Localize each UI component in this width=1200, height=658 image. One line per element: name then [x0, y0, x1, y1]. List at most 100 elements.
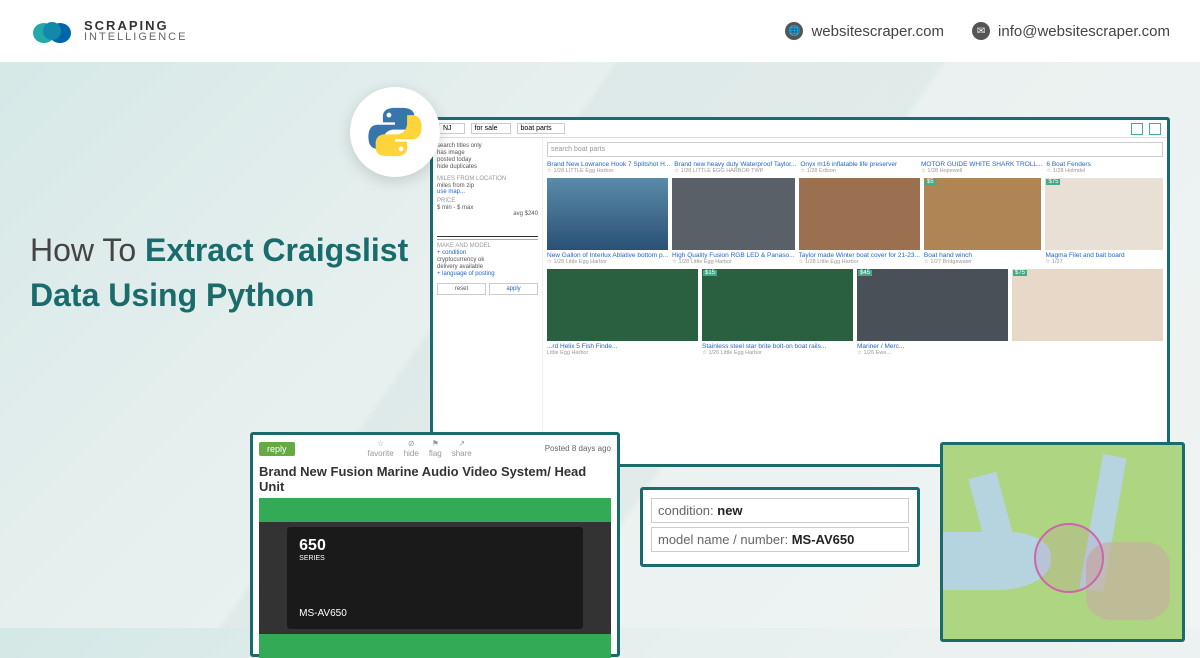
- results-grid: search boat parts Brand New Lowrance Hoo…: [543, 138, 1167, 464]
- thumb-image: $15: [702, 269, 853, 341]
- listing-sub: Little Egg Harbor: [547, 350, 698, 356]
- filter-check[interactable]: delivery available: [437, 264, 538, 270]
- title-prefix: How To: [30, 232, 145, 268]
- listing[interactable]: $75 Magma Filet and bait board☆ 1/27: [1045, 178, 1163, 265]
- category-select[interactable]: for sale: [471, 123, 511, 134]
- price-slider[interactable]: [437, 220, 538, 240]
- condition-value: new: [717, 503, 742, 518]
- browser-nav-bar: NJ for sale boat parts: [433, 120, 1167, 138]
- thumb-image: $5: [924, 178, 1042, 250]
- site-header: SCRAPING INTELLIGENCE 🌐 websitescraper.c…: [0, 0, 1200, 62]
- listing-sub: ☆ 1/28 Little Egg Harbor: [672, 259, 794, 265]
- box-model-number: 650: [299, 537, 326, 555]
- website-link[interactable]: 🌐 websitescraper.com: [785, 22, 944, 40]
- listing-sub: ☆ 1/27: [1045, 259, 1163, 265]
- grid-row: ...rd Helix 5 Fish Finde...Little Egg Ha…: [547, 269, 1163, 356]
- listing[interactable]: $5Boat hand winch☆ 1/27 Bridgewater: [924, 178, 1042, 265]
- brand-logo[interactable]: SCRAPING INTELLIGENCE: [30, 15, 187, 47]
- python-logo-icon: [366, 103, 424, 161]
- filter-check[interactable]: cryptocurrency ok: [437, 257, 538, 263]
- listing[interactable]: $15Stainless steel star brite bolt-on bo…: [702, 269, 853, 356]
- map-panel[interactable]: [940, 442, 1185, 642]
- hide-button[interactable]: ⊘hide: [404, 439, 419, 458]
- subcategory-select[interactable]: boat parts: [517, 123, 565, 134]
- listing[interactable]: Brand New Lowrance Hook 7 Splitshot H...…: [547, 161, 670, 174]
- reply-button[interactable]: reply: [259, 442, 295, 456]
- model-label: model name / number:: [658, 532, 792, 547]
- thumb-image: [799, 178, 920, 250]
- reset-button[interactable]: reset: [437, 283, 486, 295]
- condition-link[interactable]: + condition: [437, 250, 538, 256]
- model-row: model name / number: MS-AV650: [651, 527, 909, 552]
- thumb-image: $45: [857, 269, 1008, 341]
- detail-toolbar: reply ☆favorite ⊘hide ⚑flag ↗share Poste…: [253, 435, 617, 462]
- logo-text: SCRAPING INTELLIGENCE: [84, 19, 187, 43]
- listing-sub: ☆ 1/28 LITTLE EGG HARBOR TWP: [674, 168, 796, 174]
- detail-title: Brand New Fusion Marine Audio Video Syst…: [253, 462, 617, 498]
- listing[interactable]: Brand new heavy duty Waterproof Taylor..…: [674, 161, 796, 174]
- posted-time: Posted 8 days ago: [545, 444, 611, 453]
- listing-sub: ☆ 1/28 Little Egg Harbor: [799, 259, 920, 265]
- listing-sub: ☆ 1/27 Bridgewater: [924, 259, 1042, 265]
- listing-sub: ☆ 1/26 Ewe...: [857, 350, 1008, 356]
- grid-row: Brand New Lowrance Hook 7 Splitshot H...…: [547, 161, 1163, 174]
- grid-view-icon[interactable]: [1131, 123, 1143, 135]
- thumb-image: [672, 178, 794, 250]
- location-radius-icon: [1034, 523, 1104, 593]
- filter-check[interactable]: has image: [437, 150, 538, 156]
- logo-mark-icon: [30, 15, 74, 47]
- listing[interactable]: ...rd Helix 5 Fish Finde...Little Egg Ha…: [547, 269, 698, 356]
- thumb-image: $75: [1012, 269, 1163, 341]
- price-tag: $75: [1046, 179, 1060, 185]
- email-link[interactable]: ✉ info@websitescraper.com: [972, 22, 1170, 40]
- listing[interactable]: New Gallon of Interlux Ablative bottom p…: [547, 178, 668, 265]
- listing-title: Magma Filet and bait board: [1045, 252, 1163, 259]
- listing[interactable]: 6 Boat Fenders☆ 1/28 Holmdel: [1046, 161, 1163, 174]
- map-link[interactable]: use map...: [437, 189, 538, 195]
- filter-check[interactable]: posted today: [437, 157, 538, 163]
- listing-detail-panel: reply ☆favorite ⊘hide ⚑flag ↗share Poste…: [250, 432, 620, 657]
- price-tag: $75: [1013, 270, 1027, 276]
- listing-sub: ☆ 1/28 Edison: [800, 168, 917, 174]
- website-text: websitescraper.com: [811, 23, 944, 40]
- condition-row: condition: new: [651, 498, 909, 523]
- thumb-image: $75: [1045, 178, 1163, 250]
- listing[interactable]: Taylor made Winter boat cover for 21-23.…: [799, 178, 920, 265]
- listing-sub: ☆ 1/28 LITTLE Egg Harbor: [547, 168, 670, 174]
- share-button[interactable]: ↗share: [452, 439, 472, 458]
- search-input[interactable]: search boat parts: [547, 142, 1163, 157]
- header-contacts: 🌐 websitescraper.com ✉ info@websitescrap…: [785, 22, 1170, 40]
- listing[interactable]: $75: [1012, 269, 1163, 356]
- price-tag: $45: [858, 270, 872, 276]
- price-heading: PRICE: [437, 198, 538, 204]
- price-tag: $5: [925, 179, 936, 185]
- apply-button[interactable]: apply: [489, 283, 538, 295]
- attributes-panel: condition: new model name / number: MS-A…: [640, 487, 920, 567]
- language-link[interactable]: + language of posting: [437, 271, 538, 277]
- page-title: How To Extract Craigslist Data Using Pyt…: [30, 232, 408, 322]
- hide-icon: ⊘: [408, 439, 415, 448]
- email-text: info@websitescraper.com: [998, 23, 1170, 40]
- region-select[interactable]: NJ: [439, 123, 465, 134]
- listing[interactable]: Onyx m16 inflatable life preserver☆ 1/28…: [800, 161, 917, 174]
- thumb-image: [547, 178, 668, 250]
- star-icon: ☆: [377, 439, 384, 448]
- detail-image[interactable]: 650 SERIES MS-AV650: [259, 498, 611, 658]
- title-line2: Data Using Python: [30, 277, 408, 314]
- listing-sub: ☆ 1/26 Little Egg Harbor: [702, 350, 853, 356]
- listing[interactable]: High Quality Fusion RGB LED & Panaso...☆…: [672, 178, 794, 265]
- avg-price: avg $240: [437, 211, 538, 217]
- filter-check[interactable]: search titles only: [437, 143, 538, 149]
- python-badge: [350, 87, 440, 177]
- map-canvas: [943, 445, 1182, 639]
- share-icon: ↗: [458, 439, 465, 448]
- title-line1: How To Extract Craigslist: [30, 232, 408, 269]
- list-view-icon[interactable]: [1149, 123, 1161, 135]
- filter-check[interactable]: hide duplicates: [437, 164, 538, 170]
- box-series-label: SERIES: [299, 555, 325, 562]
- favorite-button[interactable]: ☆favorite: [367, 439, 393, 458]
- flag-button[interactable]: ⚑flag: [429, 439, 442, 458]
- listing[interactable]: $45Mariner / Merc...☆ 1/26 Ewe...: [857, 269, 1008, 356]
- listing[interactable]: MOTOR GUIDE WHITE SHARK TROLL...☆ 1/28 H…: [921, 161, 1042, 174]
- listing-sub: ☆ 1/28 Hopewell: [921, 168, 1042, 174]
